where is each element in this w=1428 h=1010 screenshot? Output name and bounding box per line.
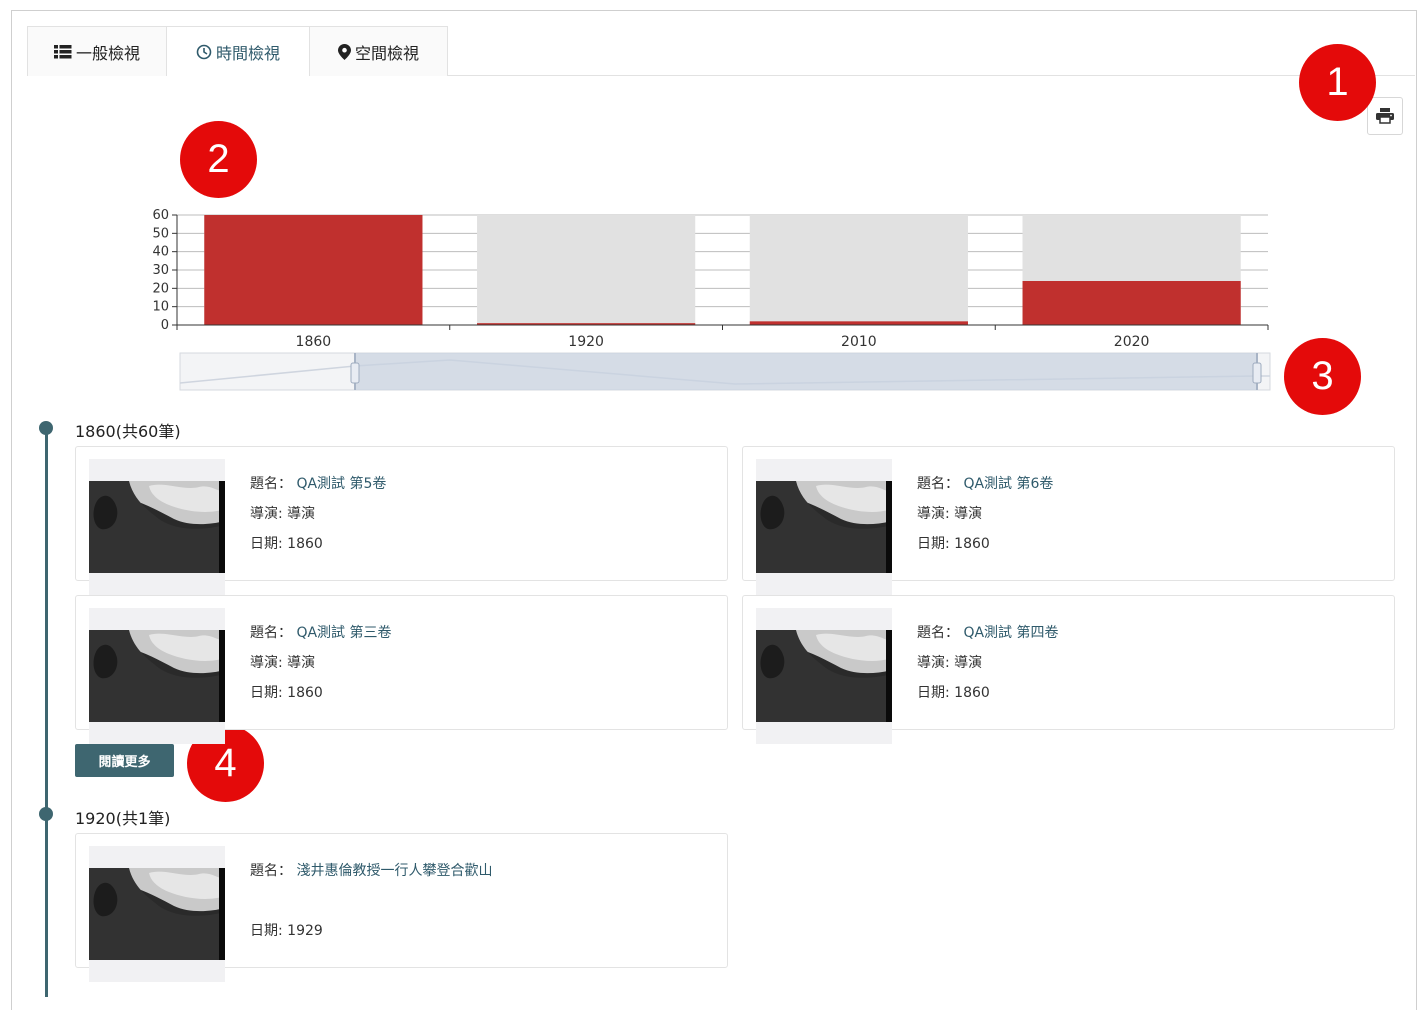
thumbnail bbox=[89, 608, 225, 744]
record-card[interactable]: 題名： QA測試 第5卷 導演: 導演 日期: 1860 bbox=[75, 446, 728, 595]
timeline-dot bbox=[39, 807, 53, 821]
annotation-badge-1: 1 bbox=[1299, 44, 1376, 121]
annotation-badge-2: 2 bbox=[180, 121, 257, 198]
year-bar-chart: 0 10 20 30 40 50 60 1860 1920 2010 2020 bbox=[152, 208, 1269, 350]
group-title-1860: 1860(共60筆) bbox=[75, 422, 181, 441]
record-date: 日期: 1860 bbox=[917, 536, 990, 552]
thumbnail bbox=[89, 459, 225, 595]
record-title[interactable]: QA測試 第6卷 bbox=[963, 476, 1053, 492]
record-date: 日期: 1860 bbox=[917, 685, 990, 701]
chart-bar[interactable] bbox=[204, 215, 423, 325]
record-title[interactable]: QA測試 第5卷 bbox=[296, 476, 386, 492]
y-tick-label: 10 bbox=[152, 300, 169, 315]
annotation-badge-3: 3 bbox=[1284, 338, 1361, 415]
thumbnail bbox=[756, 459, 892, 595]
x-tick-label: 1920 bbox=[568, 334, 604, 350]
record-title[interactable]: QA測試 第四卷 bbox=[963, 625, 1058, 641]
record-director: 導演: 導演 bbox=[917, 655, 983, 671]
record-director: 導演: 導演 bbox=[917, 506, 983, 522]
thumbnail bbox=[89, 846, 225, 982]
record-director: 導演: 導演 bbox=[250, 655, 316, 671]
record-director: 導演: 導演 bbox=[250, 506, 316, 522]
timeline-line bbox=[45, 427, 48, 997]
title-label: 題名： bbox=[250, 863, 292, 879]
chart-bar[interactable] bbox=[1022, 281, 1241, 325]
record-date: 日期: 1929 bbox=[250, 923, 323, 939]
read-more-button[interactable]: 閱讀更多 bbox=[75, 744, 174, 777]
y-tick-label: 60 bbox=[152, 208, 169, 223]
record-title[interactable]: 淺井惠倫教授一行人攀登合歡山 bbox=[296, 863, 492, 879]
chart-bar-background bbox=[477, 215, 696, 325]
record-card[interactable]: 題名： QA測試 第三卷 導演: 導演 日期: 1860 bbox=[75, 595, 728, 744]
y-tick-label: 30 bbox=[152, 263, 169, 278]
y-tick-label: 0 bbox=[161, 318, 169, 333]
record-title[interactable]: QA測試 第三卷 bbox=[296, 625, 391, 641]
group-title-1920: 1920(共1筆) bbox=[75, 809, 171, 828]
title-label: 題名： bbox=[250, 625, 292, 641]
chart-bar-background bbox=[749, 215, 968, 325]
thumbnail bbox=[756, 608, 892, 744]
chart-bar[interactable] bbox=[749, 321, 968, 325]
timeline-dot bbox=[39, 421, 53, 435]
record-date: 日期: 1860 bbox=[250, 685, 323, 701]
y-tick-label: 40 bbox=[152, 245, 169, 260]
record-card[interactable]: 題名： QA測試 第6卷 導演: 導演 日期: 1860 bbox=[742, 446, 1395, 595]
title-label: 題名： bbox=[917, 625, 959, 641]
title-label: 題名： bbox=[250, 476, 292, 492]
x-tick-label: 1860 bbox=[296, 334, 332, 350]
x-tick-label: 2010 bbox=[841, 334, 877, 350]
record-date: 日期: 1860 bbox=[250, 536, 323, 552]
record-card[interactable]: 題名： QA測試 第四卷 導演: 導演 日期: 1860 bbox=[742, 595, 1395, 744]
y-tick-label: 50 bbox=[152, 226, 169, 241]
y-tick-label: 20 bbox=[152, 281, 169, 296]
x-tick-label: 2020 bbox=[1114, 334, 1150, 350]
title-label: 題名： bbox=[917, 476, 959, 492]
record-card[interactable]: 題名： 淺井惠倫教授一行人攀登合歡山 日期: 1929 bbox=[75, 833, 728, 982]
